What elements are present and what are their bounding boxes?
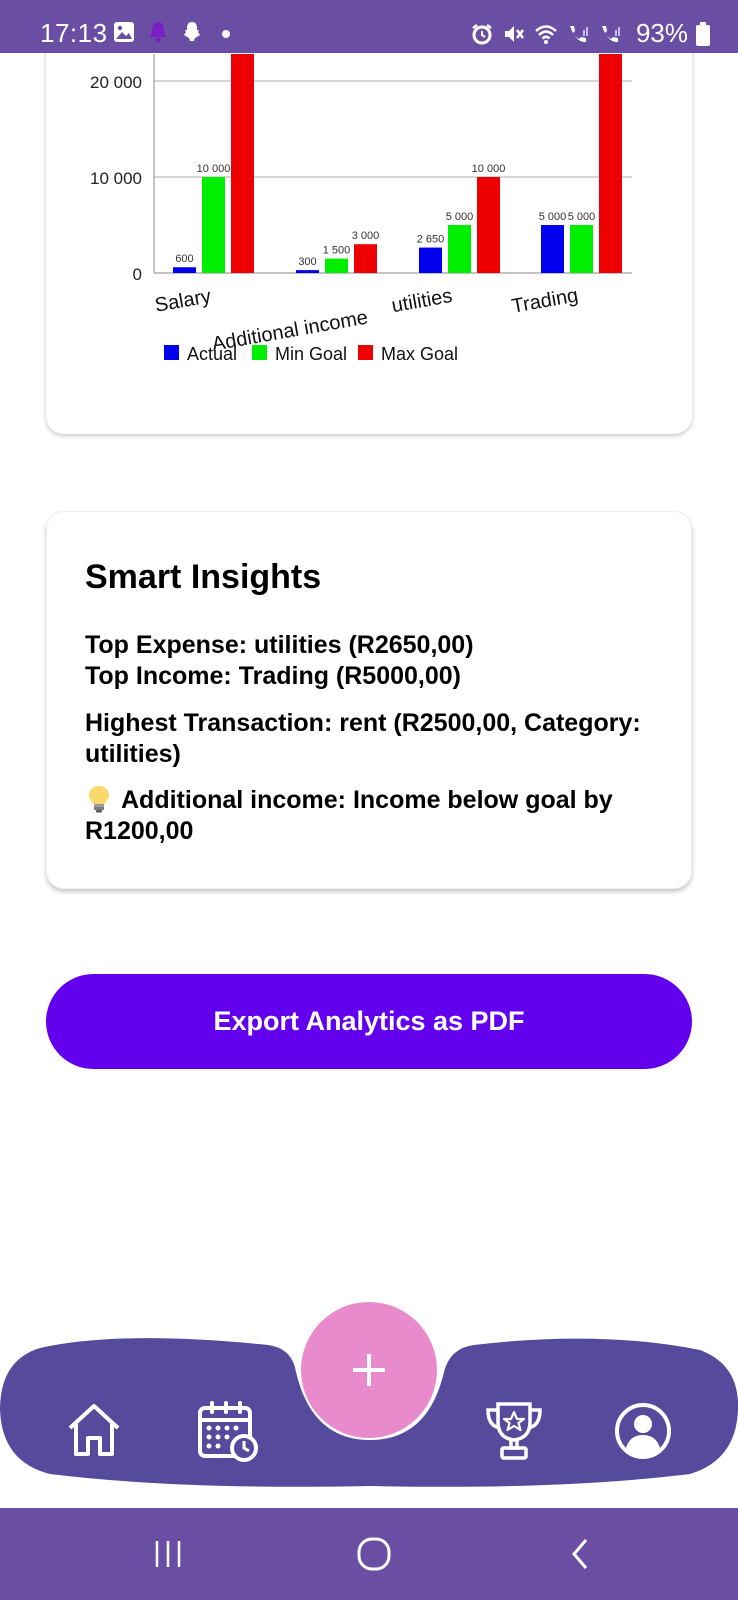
bar-max-goal-2 (477, 177, 500, 273)
recents-icon (155, 1541, 181, 1567)
bar-actual-1 (296, 270, 319, 273)
legend-label: Max Goal (381, 344, 458, 364)
status-time: 17:13 (40, 18, 108, 48)
add-transaction-button[interactable] (301, 1302, 437, 1438)
bar-min-goal-2 (448, 225, 471, 273)
bar-actual-0 (173, 267, 196, 273)
snapchat-icon (184, 22, 200, 41)
back-icon (572, 1539, 588, 1569)
bar-value-label: 600 (175, 253, 193, 265)
bar-value-label: 2 650 (417, 234, 445, 246)
bar-max-goal-0 (231, 54, 254, 273)
status-right-icons: 93% (470, 18, 710, 49)
bar-actual-3 (541, 225, 564, 273)
x-category-label: Salary (153, 285, 213, 317)
back-button[interactable] (550, 1528, 610, 1580)
smart-insights-card: Smart Insights Top Expense: utilities (R… (46, 511, 692, 889)
top-expense-text: Top Expense: utilities (R2650,00) (85, 631, 474, 659)
income-goals-bar-chart: 010 00020 000600 3002 6505 00010 0001 500… (90, 54, 632, 364)
legend-label: Min Goal (275, 344, 347, 364)
home-system-button[interactable] (344, 1528, 404, 1580)
analytics-screen: 0 10 000 20 000 600 300 2 650 5 000 10 000 1 500… (0, 0, 738, 1600)
volte-signal-1-icon (569, 25, 588, 42)
top-income-text: Top Income: Trading (R5000,00) (85, 662, 462, 690)
home-icon[interactable] (64, 1400, 124, 1460)
x-category-label: Trading (510, 284, 580, 317)
plus-icon (353, 1354, 385, 1386)
mute-icon (504, 25, 524, 42)
bar-min-goal-3 (570, 225, 593, 273)
bar-max-goal-3 (599, 54, 622, 273)
y-tick-label: 0 (133, 265, 142, 284)
status-left-icons (112, 20, 238, 44)
home-circle-icon (357, 1537, 391, 1571)
bar-min-goal-0 (202, 177, 225, 273)
bar-min-goal-1 (325, 258, 348, 273)
bar-actual-2 (419, 247, 442, 273)
wifi-icon (535, 24, 557, 44)
calendar-clock-icon[interactable] (196, 1400, 260, 1464)
bar-value-label: 300 (298, 256, 316, 268)
gallery-icon (114, 22, 134, 42)
bar-value-label: 5 000 (446, 211, 474, 223)
battery-percentage: 93% (635, 18, 688, 48)
trophy-icon[interactable] (484, 1400, 544, 1462)
recents-button[interactable] (138, 1528, 198, 1580)
export-pdf-button[interactable]: Export Analytics as PDF (46, 974, 692, 1069)
income-tip: Additional income: Income below goal by … (85, 784, 665, 847)
x-category-label: utilities (390, 285, 454, 317)
status-bar: 17:13 93% (0, 0, 738, 53)
volte-signal-2-icon (601, 25, 620, 42)
bar-value-label: 1 500 (323, 245, 351, 257)
bar-max-goal-1 (354, 244, 377, 273)
highest-transaction-text: Highest Transaction: rent (R2500,00, Cat… (85, 709, 641, 768)
bar-value-label: 10 000 (197, 163, 231, 175)
income-tip-text: Additional income: Income below goal by … (85, 786, 613, 845)
income-goals-chart-card: 0 10 000 20 000 600 300 2 650 5 000 10 000 1 500… (46, 22, 692, 434)
bar-value-label: 5 000 (539, 211, 567, 223)
alarm-clock-icon (472, 23, 492, 44)
battery-icon (696, 21, 710, 46)
legend-swatch (358, 345, 373, 360)
lightbulb-icon (89, 786, 109, 813)
bar-value-label: 3 000 (352, 230, 380, 242)
insights-title: Smart Insights (85, 558, 322, 596)
dot-icon (222, 30, 230, 38)
system-navigation-bar (0, 1508, 738, 1600)
bar-value-label: 5 000 (568, 211, 596, 223)
alarm-bell-icon (150, 22, 166, 43)
y-tick-label: 20 000 (90, 73, 142, 92)
legend-swatch (252, 345, 267, 360)
profile-icon[interactable] (614, 1402, 672, 1460)
legend-swatch (164, 345, 179, 360)
y-tick-label: 10 000 (90, 169, 142, 188)
bar-value-label: 10 000 (472, 163, 506, 175)
legend-label: Actual (187, 344, 237, 364)
